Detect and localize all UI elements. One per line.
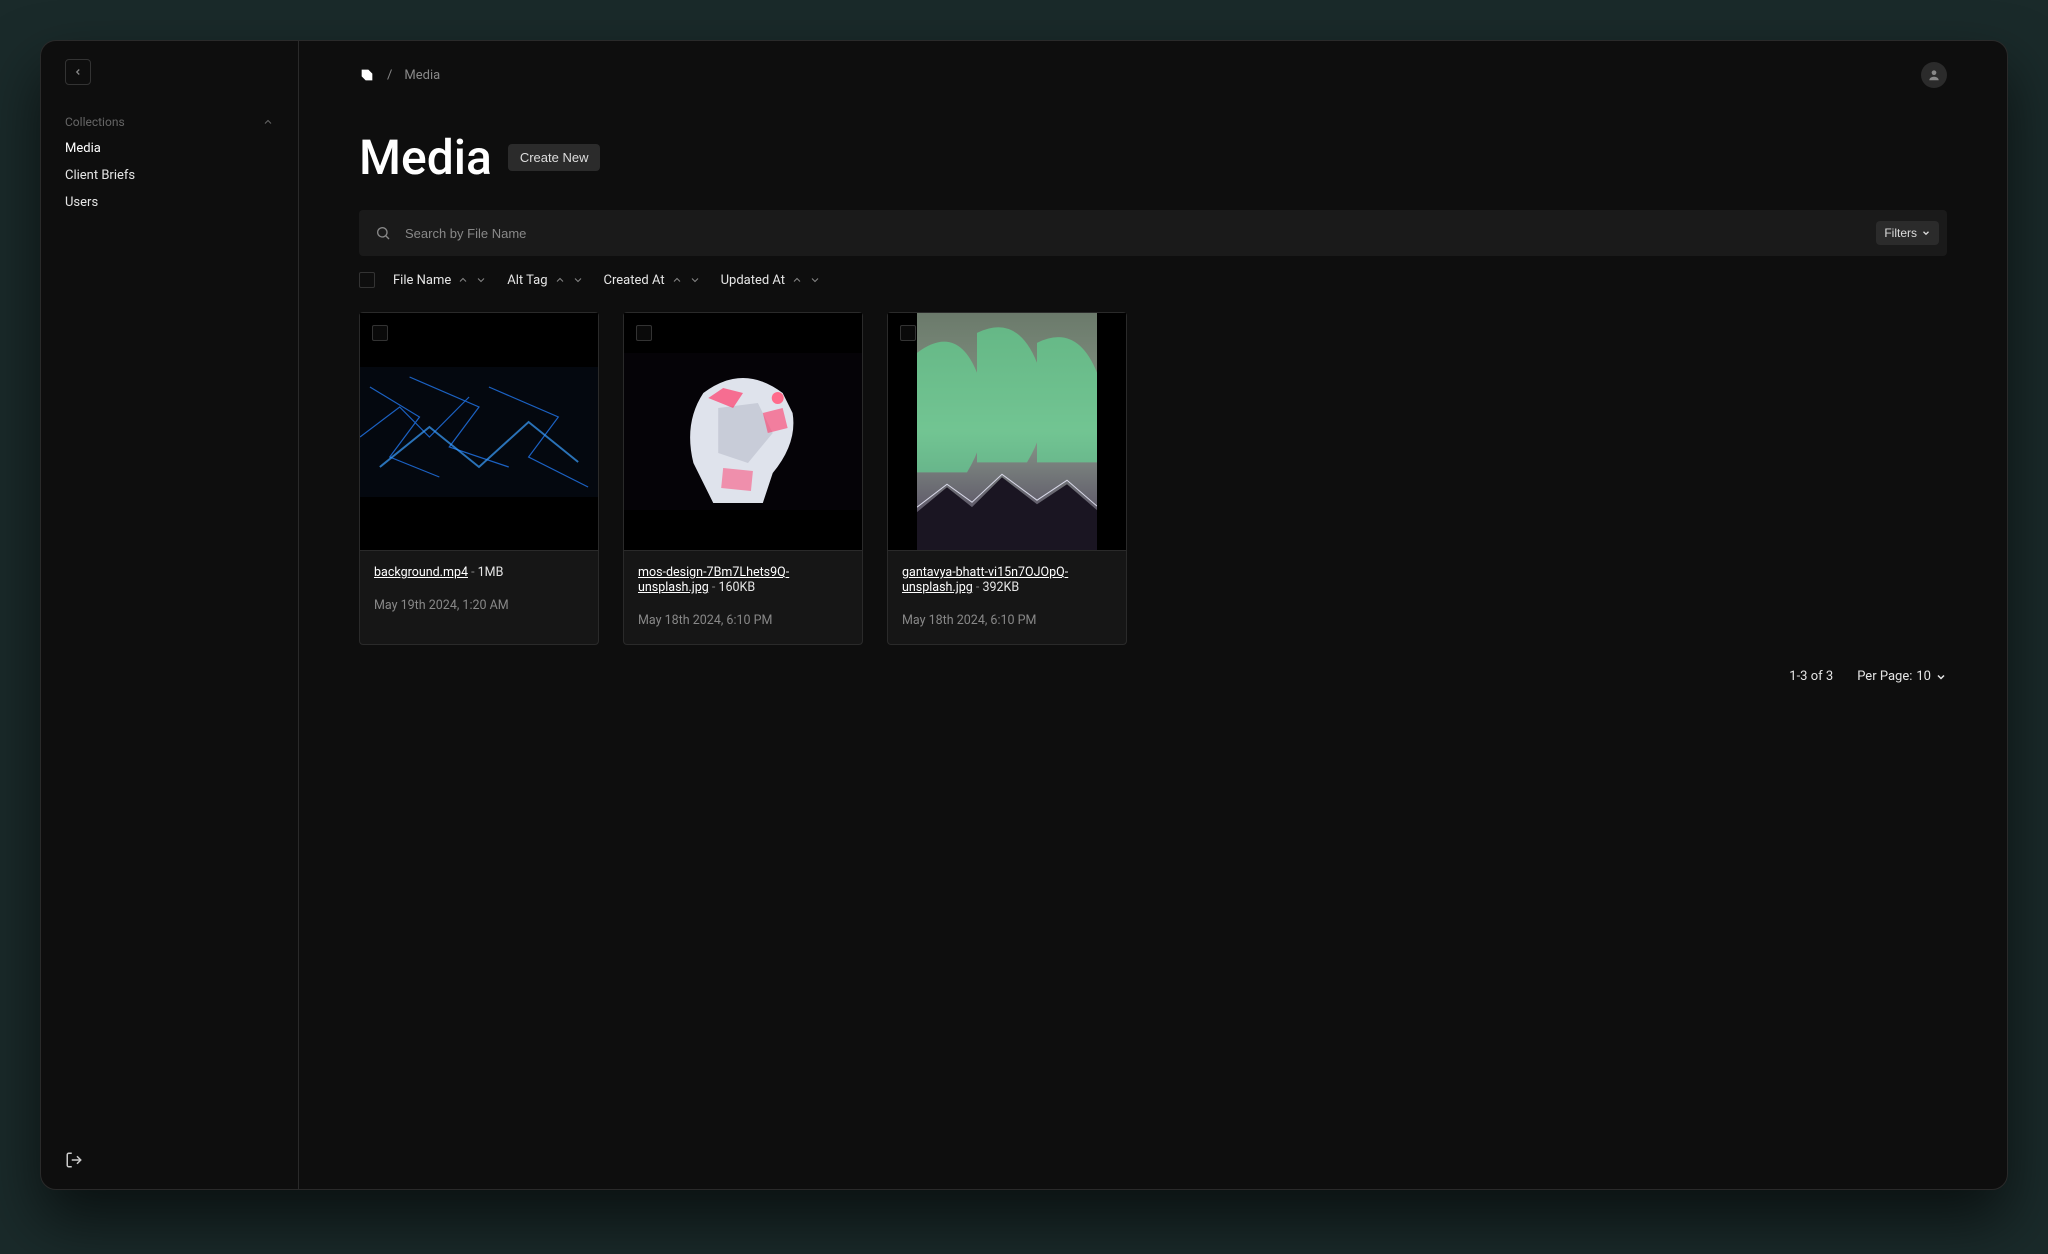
per-page-label: Per Page: — [1857, 669, 1912, 684]
column-file-name: File Name — [393, 272, 489, 288]
chevron-down-icon — [1921, 228, 1931, 238]
card-date: May 18th 2024, 6:10 PM — [638, 613, 848, 628]
column-alt-tag: Alt Tag — [507, 272, 585, 288]
logout-icon[interactable] — [65, 1151, 83, 1169]
sidebar-item-users[interactable]: Users — [41, 189, 298, 216]
card-date: May 19th 2024, 1:20 AM — [374, 598, 584, 613]
media-card[interactable]: mos-design-7Bm7Lhets9Q-unsplash.jpg - 16… — [623, 312, 863, 645]
filters-button[interactable]: Filters — [1876, 221, 1939, 245]
sort-asc-button[interactable] — [455, 272, 471, 288]
card-thumbnail — [624, 313, 862, 551]
card-filename-link[interactable]: background.mp4 — [374, 565, 468, 580]
breadcrumb: / Media — [359, 67, 440, 83]
sort-desc-button[interactable] — [570, 272, 586, 288]
sort-asc-button[interactable] — [552, 272, 568, 288]
sidebar-collapse-button[interactable] — [65, 59, 91, 85]
filters-button-label: Filters — [1884, 226, 1917, 240]
media-card[interactable]: background.mp4 - 1MB May 19th 2024, 1:20… — [359, 312, 599, 645]
page-title: Media — [359, 129, 492, 186]
column-label: File Name — [393, 273, 451, 288]
media-card[interactable]: gantavya-bhatt-vi15n7OJOpQ-unsplash.jpg … — [887, 312, 1127, 645]
card-thumbnail — [360, 313, 598, 551]
main-content: / Media Media Create New Filters — [299, 41, 2007, 1189]
sidebar-item-label: Client Briefs — [65, 168, 135, 183]
card-checkbox[interactable] — [372, 325, 388, 341]
card-checkbox[interactable] — [900, 325, 916, 341]
search-input[interactable] — [403, 225, 1876, 242]
column-label: Alt Tag — [507, 273, 547, 288]
sidebar-group-collections: Collections Media Client Briefs Users — [41, 109, 298, 216]
topbar: / Media — [359, 51, 1947, 99]
sidebar-item-client-briefs[interactable]: Client Briefs — [41, 162, 298, 189]
sort-desc-button[interactable] — [687, 272, 703, 288]
search-bar: Filters — [359, 210, 1947, 256]
title-row: Media Create New — [359, 129, 1947, 186]
column-created-at: Created At — [604, 272, 703, 288]
sidebar-item-media[interactable]: Media — [41, 135, 298, 162]
sidebar-group-label: Collections — [65, 115, 125, 129]
chevron-up-icon — [262, 116, 274, 128]
sidebar: Collections Media Client Briefs Users — [41, 41, 299, 1189]
sort-desc-button[interactable] — [807, 272, 823, 288]
breadcrumb-separator: / — [387, 68, 392, 83]
card-date: May 18th 2024, 6:10 PM — [902, 613, 1112, 628]
sort-row: File Name Alt Tag Created At — [359, 272, 1947, 288]
card-body: gantavya-bhatt-vi15n7OJOpQ-unsplash.jpg … — [888, 551, 1126, 644]
sidebar-item-label: Users — [65, 195, 98, 210]
card-filesize: 1MB — [478, 565, 504, 580]
media-grid: background.mp4 - 1MB May 19th 2024, 1:20… — [359, 312, 1947, 645]
chevron-left-icon — [73, 67, 83, 77]
user-icon — [1927, 68, 1941, 82]
card-thumbnail — [888, 313, 1126, 551]
sort-asc-button[interactable] — [669, 272, 685, 288]
logo-icon[interactable] — [359, 67, 375, 83]
column-updated-at: Updated At — [721, 272, 823, 288]
per-page-selector[interactable]: Per Page: 10 — [1857, 669, 1947, 684]
per-page-value: 10 — [1916, 669, 1931, 684]
create-new-button[interactable]: Create New — [508, 144, 601, 171]
breadcrumb-current[interactable]: Media — [404, 68, 440, 83]
column-label: Updated At — [721, 273, 785, 288]
card-body: background.mp4 - 1MB May 19th 2024, 1:20… — [360, 551, 598, 629]
sort-desc-button[interactable] — [473, 272, 489, 288]
sidebar-group-header[interactable]: Collections — [41, 109, 298, 135]
sort-asc-button[interactable] — [789, 272, 805, 288]
select-all-checkbox[interactable] — [359, 272, 375, 288]
pagination: 1-3 of 3 Per Page: 10 — [359, 669, 1947, 684]
app-window: Collections Media Client Briefs Users — [40, 40, 2008, 1190]
search-icon — [375, 225, 391, 241]
pagination-range: 1-3 of 3 — [1789, 669, 1833, 684]
sidebar-footer — [65, 1151, 83, 1169]
card-filesize: 160KB — [718, 580, 755, 595]
chevron-down-icon — [1935, 671, 1947, 683]
avatar[interactable] — [1921, 62, 1947, 88]
column-label: Created At — [604, 273, 665, 288]
card-filesize: 392KB — [982, 580, 1019, 595]
card-body: mos-design-7Bm7Lhets9Q-unsplash.jpg - 16… — [624, 551, 862, 644]
sidebar-item-label: Media — [65, 141, 101, 156]
card-checkbox[interactable] — [636, 325, 652, 341]
